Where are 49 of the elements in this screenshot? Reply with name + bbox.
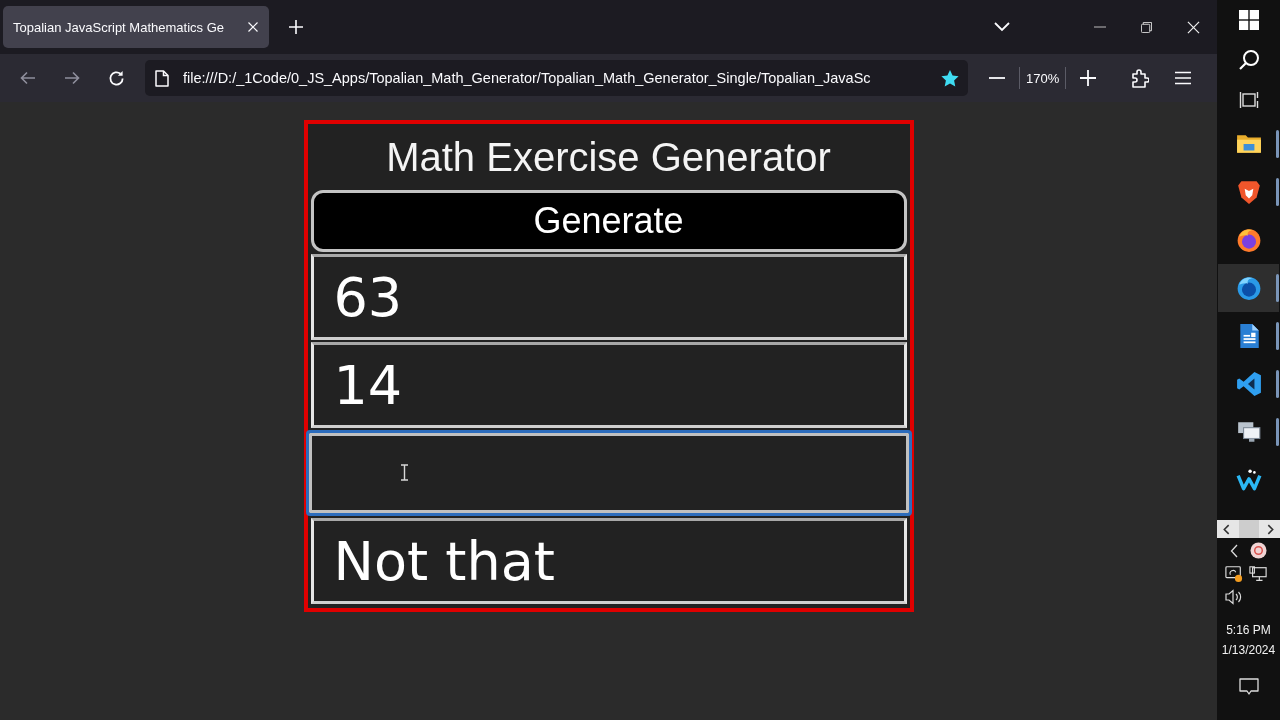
minimize-icon xyxy=(1093,26,1106,28)
back-arrow-icon xyxy=(20,71,36,85)
tray-button[interactable] xyxy=(1225,563,1243,584)
address-field[interactable]: file:///D:/_1Code/0_JS_Apps/Topalian_Math_Generator/Topalian_Math_Generator_Single/Topalian_JavaSc xyxy=(145,60,968,96)
notification-icon xyxy=(1238,678,1259,696)
browser-tab[interactable]: Topalian JavaScript Mathematics Ge xyxy=(3,6,269,48)
input-field[interactable]: Not that xyxy=(310,518,907,604)
chevron-left-icon xyxy=(1230,543,1238,558)
close-icon xyxy=(1187,20,1200,34)
search-icon xyxy=(1237,49,1260,71)
tray-button[interactable] xyxy=(1249,563,1267,584)
text-cursor-icon xyxy=(399,464,409,481)
monitor-icon xyxy=(1249,564,1267,583)
minus-icon xyxy=(989,77,1005,79)
lion-shield-icon xyxy=(1235,179,1262,205)
input-field[interactable]: 14 xyxy=(310,342,907,428)
clock-button[interactable]: 5:16 PM 1/13/2024 xyxy=(1221,620,1276,660)
input-field[interactable] xyxy=(305,430,912,516)
close-icon xyxy=(247,21,259,33)
tray-button[interactable] xyxy=(1249,540,1267,561)
app-title: Math Exercise Generator xyxy=(385,134,832,181)
bookmark-button[interactable] xyxy=(940,68,960,88)
fox-globe-icon xyxy=(1235,275,1262,301)
reload-icon xyxy=(107,69,125,87)
forward-arrow-icon xyxy=(64,71,80,85)
chevron-right-icon xyxy=(1267,523,1274,535)
speaker-icon xyxy=(1225,588,1243,605)
star-icon xyxy=(940,68,960,88)
windows-logo-icon xyxy=(1238,10,1259,30)
code-editor-icon xyxy=(1235,371,1262,397)
ring-icon xyxy=(1249,542,1267,559)
fox-globe-icon xyxy=(1235,227,1262,253)
volume-button[interactable] xyxy=(1225,586,1243,607)
input-field[interactable]: 63 xyxy=(310,254,907,340)
task-view-icon xyxy=(1238,91,1259,109)
plus-icon xyxy=(288,19,304,35)
menu-icon xyxy=(1175,71,1192,85)
generate-button[interactable]: Generate xyxy=(310,190,907,252)
chevron-down-icon xyxy=(994,22,1010,32)
screen-badge-icon xyxy=(1225,564,1243,583)
chevron-left-icon xyxy=(1223,523,1230,535)
restore-icon xyxy=(1141,21,1152,33)
plus-icon xyxy=(1080,70,1097,86)
monitors-icon xyxy=(1235,419,1262,445)
page-icon xyxy=(155,69,169,87)
wave-icon xyxy=(1235,467,1262,493)
taskbar-scroller[interactable] xyxy=(1217,520,1280,538)
zoom-level-button[interactable]: 170% xyxy=(1022,66,1064,90)
puzzle-icon xyxy=(1131,68,1150,88)
